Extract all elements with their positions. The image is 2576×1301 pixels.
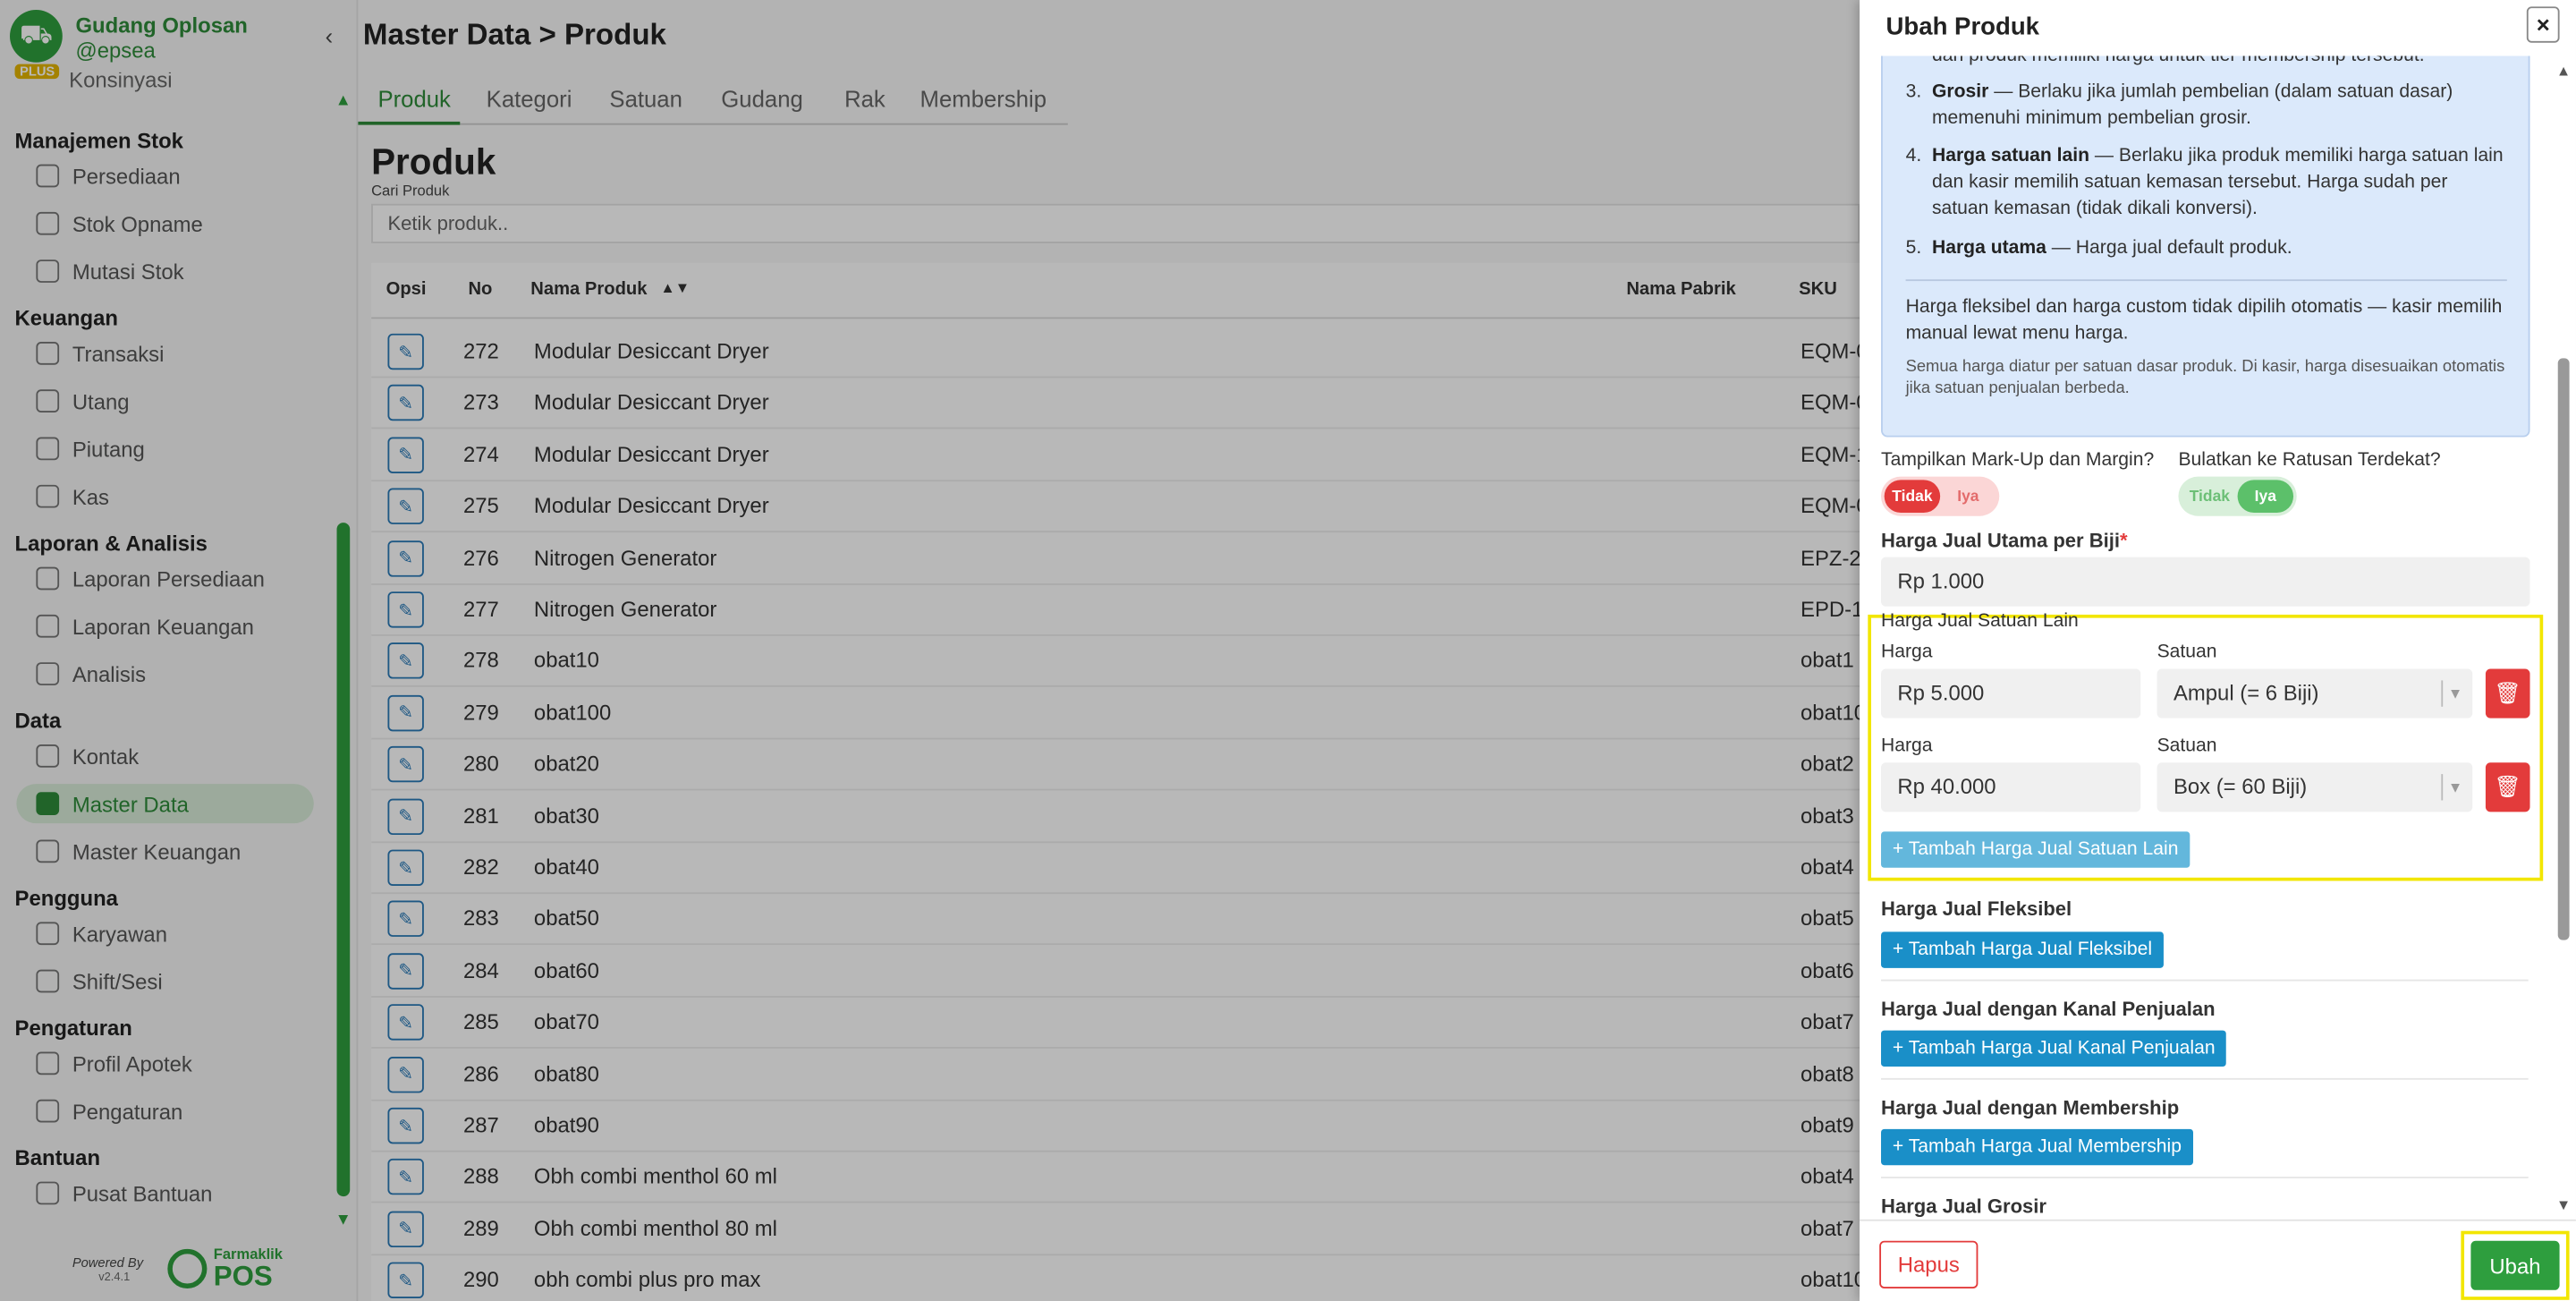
round-toggle[interactable]: Tidak Iya bbox=[2178, 476, 2297, 516]
pricing-info-box: dan produk memiliki harga untuk tier mem… bbox=[1881, 55, 2530, 438]
info-item-4: 4. Harga satuan lain — Berlaku jika prod… bbox=[1905, 146, 2504, 219]
add-membership-price-button[interactable]: + Tambah Harga Jual Membership bbox=[1881, 1128, 2193, 1166]
flex-price-label: Harga Jual Fleksibel bbox=[1881, 897, 2072, 921]
delete-unit2-button[interactable]: 🗑 bbox=[2485, 762, 2530, 812]
round-toggle-off[interactable]: Tidak bbox=[2182, 480, 2237, 513]
info-note: Harga fleksibel dan harga custom tidak d… bbox=[1905, 297, 2503, 344]
unit1-satuan-select[interactable]: Ampul (= 6 Biji) ▼ bbox=[2157, 668, 2473, 719]
markup-toggle-on[interactable]: Iya bbox=[1940, 480, 1996, 513]
trash-icon: 🗑 bbox=[2494, 680, 2521, 705]
divider bbox=[1881, 1177, 2529, 1178]
unit1-harga-label: Harga bbox=[1881, 642, 1933, 663]
add-flex-price-button[interactable]: + Tambah Harga Jual Fleksibel bbox=[1881, 931, 2164, 968]
scroll-thumb[interactable] bbox=[2557, 358, 2570, 940]
main-price-label: Harga Jual Utama per Biji* bbox=[1881, 529, 2128, 553]
info-item-3: 3. Grosir — Berlaku jika jumlah pembelia… bbox=[1905, 81, 2453, 129]
membership-price-label: Harga Jual dengan Membership bbox=[1881, 1096, 2180, 1119]
scroll-down-icon[interactable]: ▼ bbox=[2556, 1196, 2571, 1212]
grosir-price-label: Harga Jual Grosir bbox=[1881, 1195, 2047, 1218]
unit2-satuan-label: Satuan bbox=[2157, 736, 2217, 756]
save-button[interactable]: Ubah bbox=[2470, 1240, 2560, 1290]
info-small-note: Semua harga diatur per satuan dasar prod… bbox=[1905, 358, 2505, 398]
chevron-down-icon[interactable]: ▼ bbox=[2448, 762, 2462, 812]
main-price-input[interactable]: Rp 1.000 bbox=[1881, 557, 2530, 607]
info-divider bbox=[1905, 279, 2507, 282]
unit1-price-input[interactable]: Rp 5.000 bbox=[1881, 668, 2141, 719]
close-button[interactable]: × bbox=[2526, 6, 2560, 43]
unit2-harga-label: Harga bbox=[1881, 736, 1933, 756]
markup-toggle[interactable]: Tidak Iya bbox=[1881, 476, 2000, 516]
markup-toggle-off[interactable]: Tidak bbox=[1884, 480, 1941, 514]
unit2-price-input[interactable]: Rp 40.000 bbox=[1881, 762, 2141, 812]
divider bbox=[1881, 979, 2529, 982]
trash-icon: 🗑 bbox=[2494, 774, 2521, 799]
drawer-footer: Hapus Ubah bbox=[1860, 1219, 2576, 1301]
info-line-top: dan produk memiliki harga untuk tier mem… bbox=[1931, 55, 2425, 66]
markup-question: Tampilkan Mark-Up dan Margin? bbox=[1881, 450, 2155, 471]
unit2-satuan-select[interactable]: Box (= 60 Biji) ▼ bbox=[2157, 762, 2473, 812]
other-unit-label: Harga Jual Satuan Lain bbox=[1881, 611, 2079, 632]
info-item-5: 5. Harga utama — Harga jual default prod… bbox=[1905, 238, 2292, 259]
channel-price-label: Harga Jual dengan Kanal Penjualan bbox=[1881, 997, 2216, 1021]
add-channel-price-button[interactable]: + Tambah Harga Jual Kanal Penjualan bbox=[1881, 1030, 2227, 1067]
divider bbox=[1881, 1077, 2529, 1080]
round-toggle-on[interactable]: Iya bbox=[2237, 480, 2294, 514]
modal-backdrop[interactable] bbox=[0, 0, 1860, 1301]
drawer-title: Ubah Produk bbox=[1885, 13, 2039, 41]
drawer-body: dan produk memiliki harga untuk tier mem… bbox=[1860, 55, 2549, 1219]
edit-product-drawer: Ubah Produk × dan produk memiliki harga … bbox=[1860, 0, 2576, 1301]
add-unit-price-button[interactable]: + Tambah Harga Jual Satuan Lain bbox=[1881, 831, 2190, 868]
delete-unit1-button[interactable]: 🗑 bbox=[2485, 668, 2530, 719]
delete-button[interactable]: Hapus bbox=[1879, 1240, 1979, 1288]
round-question: Bulatkan ke Ratusan Terdekat? bbox=[2178, 450, 2441, 471]
unit1-satuan-label: Satuan bbox=[2157, 642, 2217, 663]
drawer-scrollbar[interactable]: ▲ ▼ bbox=[2556, 63, 2572, 1213]
chevron-down-icon[interactable]: ▼ bbox=[2448, 669, 2462, 719]
scroll-up-icon[interactable]: ▲ bbox=[2556, 63, 2571, 79]
